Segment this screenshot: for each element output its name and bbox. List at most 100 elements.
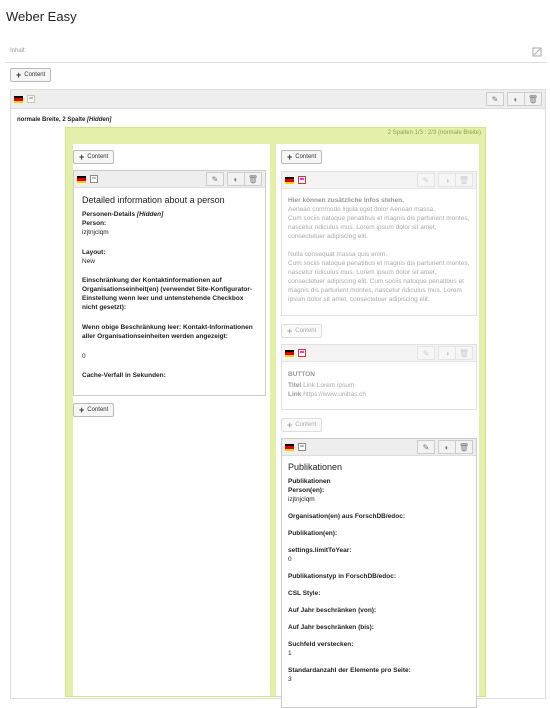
- plus-icon: +: [16, 69, 22, 80]
- hidden-content-icon: [298, 349, 306, 357]
- grid-column-right: + Content ✎ ◑ 🗑 Hier können zusätzliche I…: [276, 144, 479, 708]
- field-value: New: [82, 258, 96, 265]
- pencil-icon: ✎: [422, 442, 430, 452]
- trash-icon: 🗑: [458, 348, 470, 358]
- field-label: Organisation(en) aus ForschDB/edoc:: [288, 513, 406, 520]
- field-label: Publikation(en):: [288, 530, 338, 537]
- grid-column-left: + Content ✎ ◐ 🗑 Detailed information abou…: [73, 144, 270, 696]
- field-value: 0: [82, 353, 86, 360]
- delete-button[interactable]: 🗑: [455, 346, 473, 360]
- edit-button[interactable]: ✎: [417, 173, 435, 187]
- element-title: Detailed information about a person: [82, 195, 225, 205]
- add-content-button[interactable]: + Content: [281, 324, 323, 338]
- add-content-button[interactable]: + Content: [73, 403, 115, 417]
- hidden-text-element: ✎ ◑ 🗑 Hier können zusätzliche Infos steh…: [281, 171, 477, 316]
- edit-button[interactable]: ✎: [417, 440, 435, 454]
- field-label: Wenn obige Beschränkung leer: Kontakt-In…: [82, 324, 253, 340]
- text-paragraph: Aenean commodo ligula eget dolor Aenean …: [288, 206, 436, 213]
- button-heading: BUTTON: [288, 371, 315, 378]
- element-title: Publikationen: [288, 462, 343, 472]
- delete-button[interactable]: 🗑: [455, 440, 473, 454]
- pencil-icon: ✎: [422, 348, 430, 358]
- toggle-icon: ◐: [233, 174, 239, 184]
- field-label: Auf Jahr beschränken (von):: [288, 607, 377, 614]
- field-label: CSL Style:: [288, 590, 321, 597]
- page-title: Weber Easy: [6, 9, 77, 24]
- add-content-button[interactable]: + Content: [73, 150, 115, 164]
- toggle-visibility-button[interactable]: ◐: [507, 92, 525, 106]
- trash-icon: 🗑: [458, 175, 470, 185]
- hidden-content-icon: [298, 176, 306, 184]
- pencil-icon: ✎: [422, 175, 430, 185]
- toggle-icon: ◑: [444, 348, 450, 358]
- toggle-visibility-button[interactable]: ◑: [438, 346, 456, 360]
- field-label: Auf Jahr beschränken (bis):: [288, 624, 374, 631]
- grid-label: 2 Spalten 1/3 : 2/3 (normale Breite): [387, 130, 481, 136]
- element-header: ✎ ◐ 🗑: [282, 439, 476, 456]
- field-label: Layout:: [82, 249, 106, 256]
- field-value: 3: [288, 676, 292, 683]
- field-label: Person:: [82, 220, 107, 227]
- german-flag-icon: [77, 176, 86, 183]
- toggle-icon: ◑: [444, 175, 450, 185]
- field-label: settings.limitToYear:: [288, 547, 352, 554]
- toggle-icon: ◐: [444, 442, 450, 452]
- text-paragraph: Nulla consequat massa quis enim.: [288, 251, 387, 258]
- text-heading: Hier können zusätzliche Infos stehen.: [288, 197, 404, 204]
- field-label: Einschränkung der Kontaktinformationen a…: [82, 277, 253, 311]
- field-label: Suchfeld verstecken:: [288, 641, 354, 648]
- field-value: 1: [288, 650, 292, 657]
- german-flag-icon: [285, 177, 294, 184]
- plugin-icon: [298, 443, 306, 451]
- german-flag-icon: [285, 444, 294, 451]
- toggle-visibility-button[interactable]: ◑: [438, 173, 456, 187]
- toggle-visibility-button[interactable]: ◐: [438, 440, 456, 454]
- delete-button[interactable]: 🗑: [244, 172, 262, 186]
- add-content-button[interactable]: + Content: [281, 418, 323, 432]
- pencil-icon: ✎: [491, 94, 499, 104]
- german-flag-icon: [14, 96, 23, 103]
- trash-icon: 🗑: [458, 442, 470, 452]
- german-flag-icon: [285, 350, 294, 357]
- edit-button[interactable]: ✎: [206, 172, 224, 186]
- button-element: ✎ ◑ 🗑 BUTTON Titel Link Lorem ipsum Link…: [281, 344, 477, 410]
- publications-element: ✎ ◐ 🗑 Publikationen Publikationen Person…: [281, 438, 477, 708]
- field-label: Publikationen: [288, 478, 331, 485]
- element-header: ✎ ◐ 🗑: [11, 90, 545, 109]
- edit-button[interactable]: ✎: [417, 346, 435, 360]
- field-label: Titel: [288, 382, 302, 389]
- field-value: izjtnjclqm: [288, 496, 315, 503]
- toggle-visibility-button[interactable]: ◐: [227, 172, 245, 186]
- text-paragraph: Cum sociis natoque penatibus et magnis d…: [288, 260, 470, 303]
- column-header-inhalt: Inhalt: [6, 44, 546, 63]
- field-label: Publikationstyp in ForschDB/edoc:: [288, 573, 396, 580]
- field-label: Link: [288, 391, 302, 398]
- element-header: ✎ ◐ 🗑: [74, 171, 265, 188]
- element-header: ✎ ◑ 🗑: [282, 345, 476, 362]
- field-label: Person(en):: [288, 487, 325, 494]
- grid-container: 2 Spalten 1/3 : 2/3 (normale Breite) + Co…: [65, 127, 486, 708]
- trash-icon: 🗑: [527, 94, 539, 104]
- element-title: normale Breite, 2 Spalte [Hidden]: [17, 117, 112, 123]
- edit-button[interactable]: ✎: [486, 92, 504, 106]
- pencil-icon: ✎: [211, 174, 219, 184]
- element-header: ✎ ◑ 🗑: [282, 172, 476, 189]
- field-value: izjtnjclqm: [82, 229, 109, 236]
- add-content-button[interactable]: + Content: [281, 150, 323, 164]
- grid-element-icon: [27, 95, 35, 103]
- field-value: https://www.unibas.ch: [303, 391, 367, 398]
- text-paragraph: Cum sociis natoque penatibus et magnis d…: [288, 215, 470, 240]
- delete-button[interactable]: 🗑: [524, 92, 542, 106]
- field-value: 0: [288, 556, 292, 563]
- field-label: Cache-Verfall in Sekunden:: [82, 372, 166, 379]
- delete-button[interactable]: 🗑: [455, 173, 473, 187]
- add-content-button[interactable]: + Content: [10, 68, 52, 82]
- column-label: Inhalt: [10, 48, 25, 54]
- edit-column-icon[interactable]: [532, 47, 542, 57]
- trash-icon: 🗑: [247, 174, 259, 184]
- plugin-icon: [90, 175, 98, 183]
- person-detail-element: ✎ ◐ 🗑 Detailed information about a perso…: [73, 170, 266, 396]
- field-value: Link Lorem ipsum: [303, 382, 355, 389]
- field-label: Standardanzahl der Elemente pro Seite:: [288, 667, 411, 674]
- field-label: Personen-Details: [82, 211, 136, 218]
